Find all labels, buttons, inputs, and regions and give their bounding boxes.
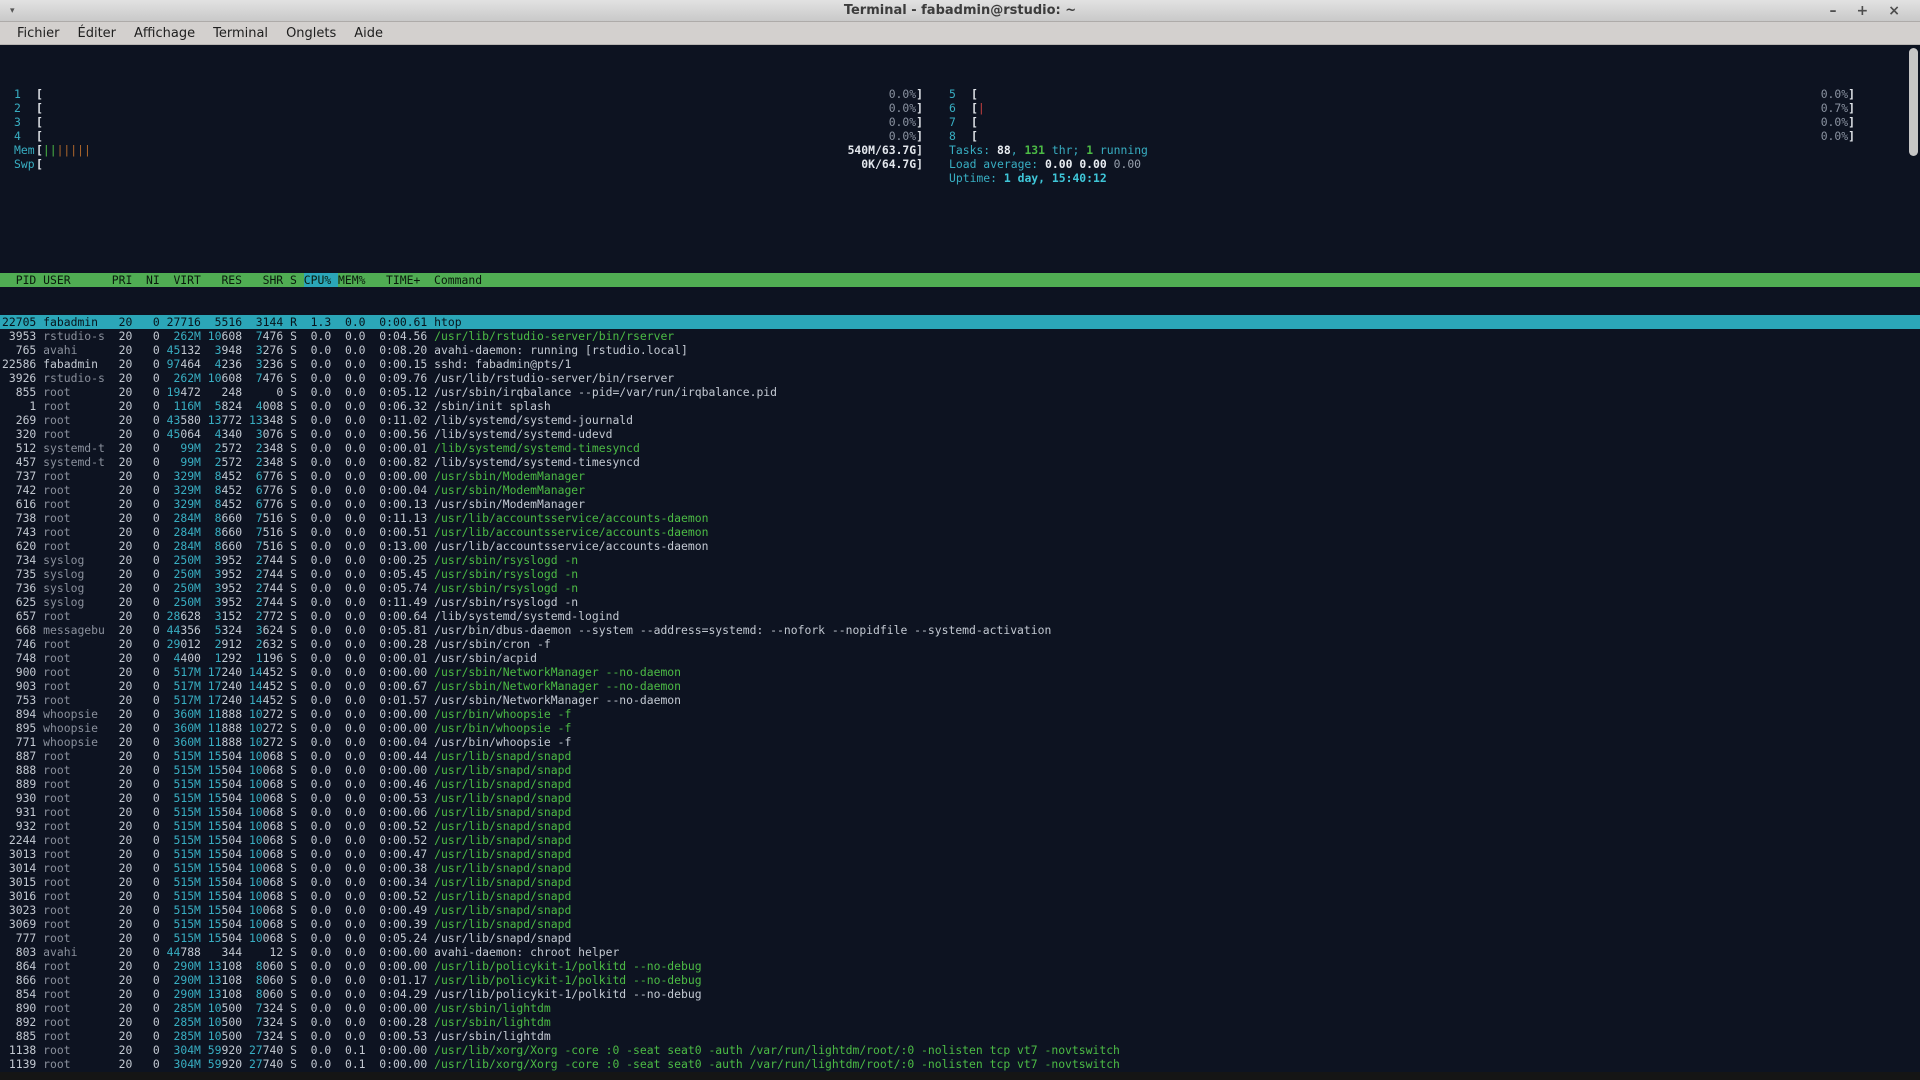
load-average-line: Load average: 0.00 0.00 0.00 bbox=[945, 157, 1855, 171]
process-row[interactable]: 887 root 20 0 515M 15504 10068 S 0.0 0.0… bbox=[0, 749, 1920, 763]
window-menu-icon[interactable]: ▾ bbox=[10, 6, 15, 16]
minimize-button[interactable]: – bbox=[1830, 4, 1837, 18]
titlebar[interactable]: ▾ Terminal - fabadmin@rstudio: ~ – + × bbox=[0, 0, 1920, 22]
process-row[interactable]: 931 root 20 0 515M 15504 10068 S 0.0 0.0… bbox=[0, 805, 1920, 819]
process-row[interactable]: 2244 root 20 0 515M 15504 10068 S 0.0 0.… bbox=[0, 833, 1920, 847]
process-row[interactable]: 890 root 20 0 285M 10500 7324 S 0.0 0.0 … bbox=[0, 1001, 1920, 1015]
process-row[interactable]: 3016 root 20 0 515M 15504 10068 S 0.0 0.… bbox=[0, 889, 1920, 903]
scrollbar-thumb[interactable] bbox=[1909, 48, 1918, 156]
window-bottom-edge bbox=[0, 1072, 1920, 1080]
tasks-line: Tasks: 88, 131 thr; 1 running bbox=[945, 143, 1855, 157]
cpu-meter-3: 3[0.0%] bbox=[10, 115, 923, 129]
window-controls: – + × bbox=[1830, 4, 1920, 18]
process-row[interactable]: 803 avahi 20 0 44788 344 12 S 0.0 0.0 0:… bbox=[0, 945, 1920, 959]
process-row[interactable]: 3926 rstudio-s 20 0 262M 10608 7476 S 0.… bbox=[0, 371, 1920, 385]
process-row[interactable]: 746 root 20 0 29012 2912 2632 S 0.0 0.0 … bbox=[0, 637, 1920, 651]
process-row[interactable]: 625 syslog 20 0 250M 3952 2744 S 0.0 0.0… bbox=[0, 595, 1920, 609]
process-row[interactable]: 3023 root 20 0 515M 15504 10068 S 0.0 0.… bbox=[0, 903, 1920, 917]
cpu-meter-7: 7[0.0%] bbox=[945, 115, 1855, 129]
process-row[interactable]: 738 root 20 0 284M 8660 7516 S 0.0 0.0 0… bbox=[0, 511, 1920, 525]
process-row[interactable]: 734 syslog 20 0 250M 3952 2744 S 0.0 0.0… bbox=[0, 553, 1920, 567]
process-row[interactable]: 3953 rstudio-s 20 0 262M 10608 7476 S 0.… bbox=[0, 329, 1920, 343]
menu-item-terminal[interactable]: Terminal bbox=[204, 24, 277, 43]
process-row[interactable]: 748 root 20 0 4400 1292 1196 S 0.0 0.0 0… bbox=[0, 651, 1920, 665]
process-row[interactable]: 320 root 20 0 45064 4340 3076 S 0.0 0.0 … bbox=[0, 427, 1920, 441]
process-row[interactable]: 753 root 20 0 517M 17240 14452 S 0.0 0.0… bbox=[0, 693, 1920, 707]
process-row[interactable]: 900 root 20 0 517M 17240 14452 S 0.0 0.0… bbox=[0, 665, 1920, 679]
terminal-window: ▾ Terminal - fabadmin@rstudio: ~ – + × Fic… bbox=[0, 0, 1920, 1080]
process-row[interactable]: 735 syslog 20 0 250M 3952 2744 S 0.0 0.0… bbox=[0, 567, 1920, 581]
menu-item-onglets[interactable]: Onglets bbox=[277, 24, 345, 43]
terminal-content: 1[0.0%]2[0.0%]3[0.0%]4[0.0%]Mem[|||||||5… bbox=[0, 45, 1920, 1072]
process-row[interactable]: 657 root 20 0 28628 3152 2772 S 0.0 0.0 … bbox=[0, 609, 1920, 623]
menu-item-affichage[interactable]: Affichage bbox=[125, 24, 204, 43]
process-row[interactable]: 895 whoopsie 20 0 360M 11888 10272 S 0.0… bbox=[0, 721, 1920, 735]
process-row[interactable]: 1139 root 20 0 304M 59920 27740 S 0.0 0.… bbox=[0, 1057, 1920, 1071]
process-row[interactable]: 903 root 20 0 517M 17240 14452 S 0.0 0.0… bbox=[0, 679, 1920, 693]
swap-meter: Swp[0K/64.7G] bbox=[10, 157, 923, 171]
process-row[interactable]: 892 root 20 0 285M 10500 7324 S 0.0 0.0 … bbox=[0, 1015, 1920, 1029]
process-row[interactable]: 620 root 20 0 284M 8660 7516 S 0.0 0.0 0… bbox=[0, 539, 1920, 553]
process-row[interactable]: 736 syslog 20 0 250M 3952 2744 S 0.0 0.0… bbox=[0, 581, 1920, 595]
uptime-line: Uptime: 1 day, 15:40:12 bbox=[945, 171, 1855, 185]
process-row[interactable]: 737 root 20 0 329M 8452 6776 S 0.0 0.0 0… bbox=[0, 469, 1920, 483]
process-row[interactable]: 616 root 20 0 329M 8452 6776 S 0.0 0.0 0… bbox=[0, 497, 1920, 511]
process-row[interactable]: 932 root 20 0 515M 15504 10068 S 0.0 0.0… bbox=[0, 819, 1920, 833]
cpu-meter-2: 2[0.0%] bbox=[10, 101, 923, 115]
process-row[interactable]: 3013 root 20 0 515M 15504 10068 S 0.0 0.… bbox=[0, 847, 1920, 861]
process-row[interactable]: 512 systemd-t 20 0 99M 2572 2348 S 0.0 0… bbox=[0, 441, 1920, 455]
process-row[interactable]: 457 systemd-t 20 0 99M 2572 2348 S 0.0 0… bbox=[0, 455, 1920, 469]
cpu-meter-4: 4[0.0%] bbox=[10, 129, 923, 143]
cpu-meter-1: 1[0.0%] bbox=[10, 87, 923, 101]
table-header[interactable]: PID USER PRI NI VIRT RES SHR S CPU% MEM%… bbox=[0, 273, 1920, 287]
htop-meters: 1[0.0%]2[0.0%]3[0.0%]4[0.0%]Mem[|||||||5… bbox=[0, 73, 1920, 185]
process-row[interactable]: 866 root 20 0 290M 13108 8060 S 0.0 0.0 … bbox=[0, 973, 1920, 987]
process-list: 22705 fabadmin 20 0 27716 5516 3144 R 1.… bbox=[0, 315, 1920, 1080]
memory-meter: Mem[|||||||540M/63.7G] bbox=[10, 143, 923, 157]
process-row[interactable]: 269 root 20 0 43580 13772 13348 S 0.0 0.… bbox=[0, 413, 1920, 427]
menu-item-diter[interactable]: Éditer bbox=[69, 24, 126, 43]
process-row[interactable]: 3014 root 20 0 515M 15504 10068 S 0.0 0.… bbox=[0, 861, 1920, 875]
process-row[interactable]: 765 avahi 20 0 45132 3948 3276 S 0.0 0.0… bbox=[0, 343, 1920, 357]
cpu-meter-5: 5[0.0%] bbox=[945, 87, 1855, 101]
process-row[interactable]: 854 root 20 0 290M 13108 8060 S 0.0 0.0 … bbox=[0, 987, 1920, 1001]
menubar: FichierÉditerAffichageTerminalOngletsAid… bbox=[0, 22, 1920, 45]
process-row[interactable]: 894 whoopsie 20 0 360M 11888 10272 S 0.0… bbox=[0, 707, 1920, 721]
process-row[interactable]: 1138 root 20 0 304M 59920 27740 S 0.0 0.… bbox=[0, 1043, 1920, 1057]
process-row[interactable]: 668 messagebu 20 0 44356 5324 3624 S 0.0… bbox=[0, 623, 1920, 637]
process-row[interactable]: 855 root 20 0 19472 248 0 S 0.0 0.0 0:05… bbox=[0, 385, 1920, 399]
process-row[interactable]: 1 root 20 0 116M 5824 4008 S 0.0 0.0 0:0… bbox=[0, 399, 1920, 413]
cpu-meter-6: 6[|0.7%] bbox=[945, 101, 1855, 115]
process-row[interactable]: 3015 root 20 0 515M 15504 10068 S 0.0 0.… bbox=[0, 875, 1920, 889]
process-row[interactable]: 885 root 20 0 285M 10500 7324 S 0.0 0.0 … bbox=[0, 1029, 1920, 1043]
process-row[interactable]: 743 root 20 0 284M 8660 7516 S 0.0 0.0 0… bbox=[0, 525, 1920, 539]
process-row[interactable]: 889 root 20 0 515M 15504 10068 S 0.0 0.0… bbox=[0, 777, 1920, 791]
close-button[interactable]: × bbox=[1888, 4, 1900, 18]
window-title: Terminal - fabadmin@rstudio: ~ bbox=[0, 3, 1920, 18]
maximize-button[interactable]: + bbox=[1857, 4, 1869, 18]
process-row[interactable]: 3069 root 20 0 515M 15504 10068 S 0.0 0.… bbox=[0, 917, 1920, 931]
process-row[interactable]: 742 root 20 0 329M 8452 6776 S 0.0 0.0 0… bbox=[0, 483, 1920, 497]
scrollbar[interactable] bbox=[1907, 46, 1920, 1072]
process-row[interactable]: 22586 fabadmin 20 0 97464 4236 3236 S 0.… bbox=[0, 357, 1920, 371]
process-row[interactable]: 930 root 20 0 515M 15504 10068 S 0.0 0.0… bbox=[0, 791, 1920, 805]
meters-left-column: 1[0.0%]2[0.0%]3[0.0%]4[0.0%]Mem[|||||||5… bbox=[10, 87, 923, 185]
meters-right-column: 5[0.0%]6[|0.7%]7[0.0%]8[0.0%]Tasks: 88, … bbox=[945, 87, 1855, 185]
cpu-meter-8: 8[0.0%] bbox=[945, 129, 1855, 143]
menu-item-aide[interactable]: Aide bbox=[345, 24, 392, 43]
process-row[interactable]: 888 root 20 0 515M 15504 10068 S 0.0 0.0… bbox=[0, 763, 1920, 777]
process-row[interactable]: 864 root 20 0 290M 13108 8060 S 0.0 0.0 … bbox=[0, 959, 1920, 973]
menu-item-fichier[interactable]: Fichier bbox=[8, 24, 69, 43]
process-table: PID USER PRI NI VIRT RES SHR S CPU% MEM%… bbox=[0, 245, 1920, 1080]
process-row[interactable]: 22705 fabadmin 20 0 27716 5516 3144 R 1.… bbox=[0, 315, 1920, 329]
process-row[interactable]: 771 whoopsie 20 0 360M 11888 10272 S 0.0… bbox=[0, 735, 1920, 749]
process-row[interactable]: 777 root 20 0 515M 15504 10068 S 0.0 0.0… bbox=[0, 931, 1920, 945]
